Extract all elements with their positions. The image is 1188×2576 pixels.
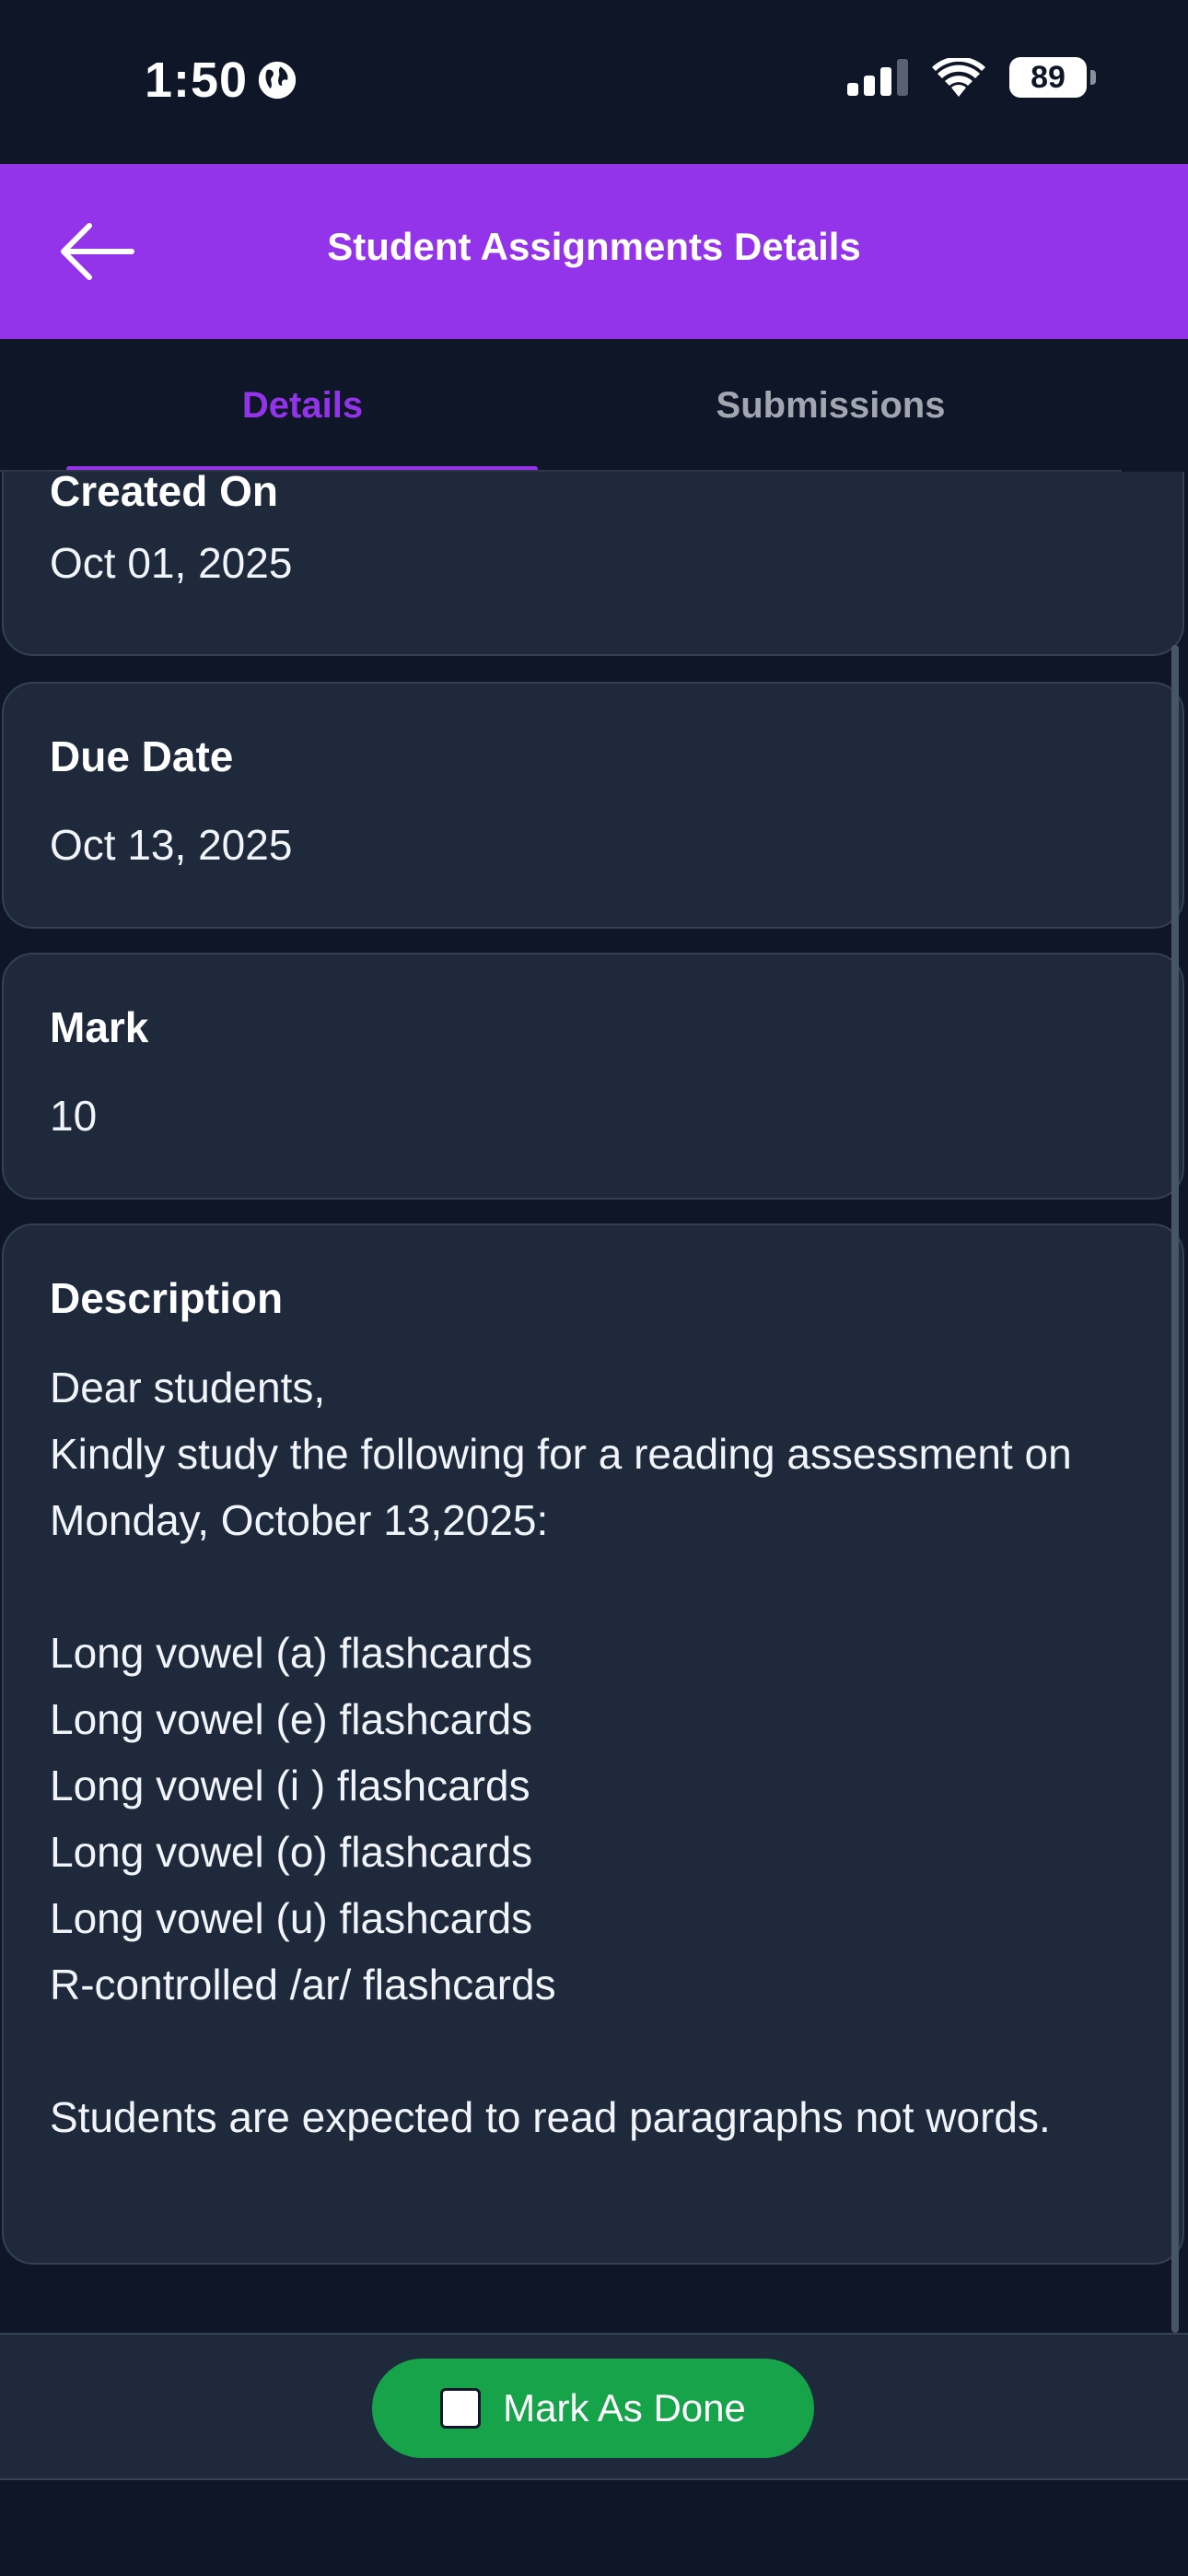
due-date-card: Due Date Oct 13, 2025 — [2, 682, 1184, 929]
status-bar: 1:50 89 — [0, 0, 1188, 164]
clock: 1:50 — [145, 53, 249, 108]
battery-level: 89 — [1031, 59, 1066, 95]
mark-card: Mark 10 — [2, 953, 1184, 1200]
mark-label: Mark — [50, 1003, 149, 1051]
globe-icon — [258, 61, 297, 100]
tab-submissions[interactable]: Submissions — [605, 339, 1056, 472]
home-indicator-area — [0, 2480, 1188, 2576]
details-content[interactable]: Created On Oct 01, 2025 Due Date Oct 13,… — [0, 472, 1188, 2333]
created-on-card: Created On Oct 01, 2025 — [2, 472, 1184, 656]
status-time: 1:50 — [145, 52, 297, 109]
footer-bar: Mark As Done — [0, 2333, 1188, 2480]
battery-indicator: 89 — [1009, 57, 1096, 98]
due-date-label: Due Date — [50, 732, 234, 780]
created-on-value: Oct 01, 2025 — [50, 539, 293, 587]
page-title: Student Assignments Details — [327, 225, 861, 268]
status-indicators: 89 — [847, 57, 1096, 98]
wifi-icon — [932, 58, 985, 97]
mark-as-done-label: Mark As Done — [503, 2386, 746, 2430]
done-checkbox[interactable] — [440, 2388, 482, 2429]
description-label: Description — [50, 1274, 284, 1322]
description-card: Description Dear students, Kindly study … — [2, 1224, 1184, 2265]
mark-as-done-button[interactable]: Mark As Done — [372, 2359, 814, 2458]
mark-value: 10 — [50, 1092, 98, 1140]
due-date-value: Oct 13, 2025 — [50, 821, 293, 869]
app-header: Student Assignments Details — [0, 164, 1188, 339]
tab-details[interactable]: Details — [0, 339, 605, 472]
description-text: Dear students, Kindly study the followin… — [50, 1364, 1072, 2141]
created-on-label: Created On — [50, 472, 278, 515]
tab-bar: Details Submissions — [0, 339, 1188, 472]
scrollbar[interactable] — [1171, 645, 1179, 2333]
tabs-divider — [0, 470, 1122, 472]
cellular-signal-icon — [847, 59, 908, 96]
